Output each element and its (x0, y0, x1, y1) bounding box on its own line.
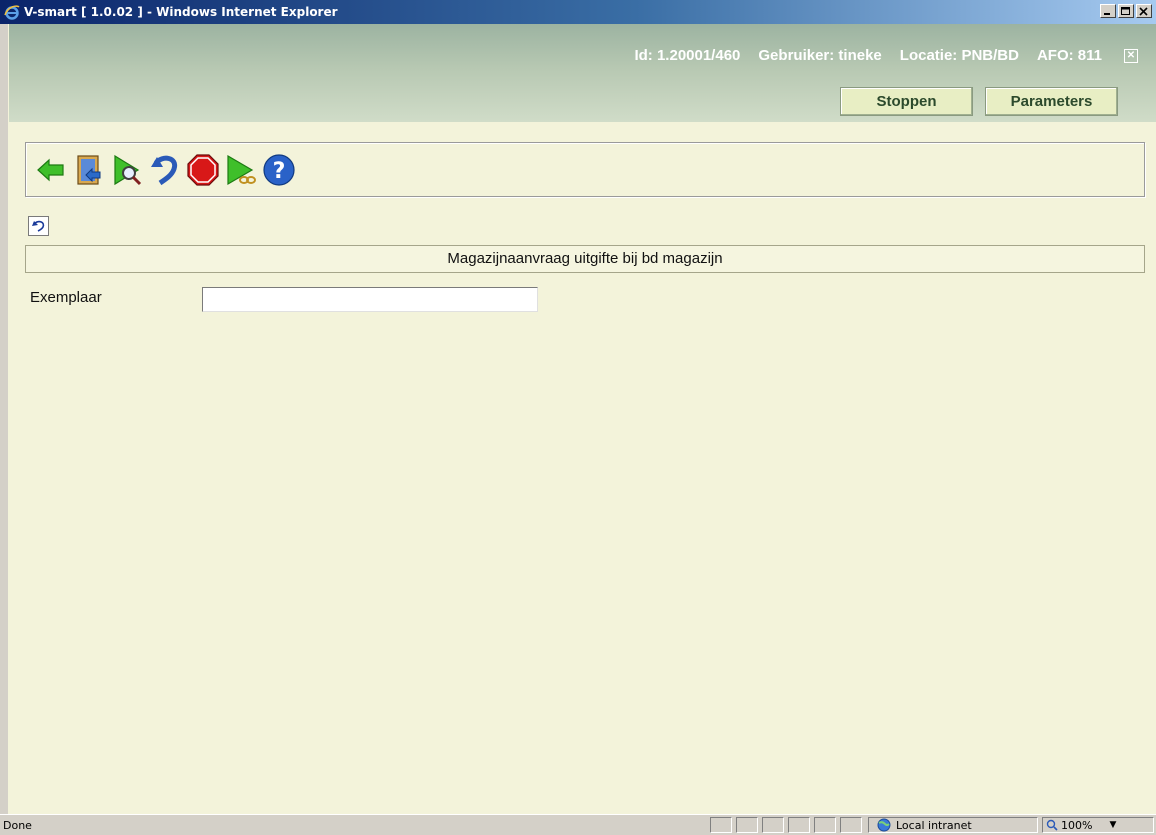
exemplaar-input[interactable] (202, 287, 538, 312)
status-text: Done (3, 819, 32, 832)
status-cell (814, 817, 836, 833)
revert-icon (32, 220, 45, 232)
toolbar: ? (25, 142, 1145, 197)
session-info: Id: 1.20001/460 Gebruiker: tineke Locati… (634, 47, 1138, 64)
maximize-button[interactable] (1118, 4, 1134, 18)
zoom-control[interactable]: 100% ▼ (1046, 817, 1116, 833)
help-icon[interactable]: ? (262, 153, 296, 187)
app-header: Id: 1.20001/460 Gebruiker: tineke Locati… (9, 24, 1156, 122)
search-icon[interactable] (110, 153, 144, 187)
page-content: Id: 1.20001/460 Gebruiker: tineke Locati… (8, 24, 1156, 814)
ie-icon (4, 5, 20, 20)
status-cell (788, 817, 810, 833)
session-afo: AFO: 811 (1036, 47, 1102, 64)
status-cell (710, 817, 732, 833)
undo-icon[interactable] (148, 153, 182, 187)
maximize-icon (1121, 7, 1130, 15)
stoppen-button[interactable]: Stoppen (840, 87, 973, 116)
chevron-down-icon[interactable]: ▼ (1109, 820, 1116, 830)
revert-button[interactable] (28, 216, 49, 236)
close-icon (1139, 7, 1148, 16)
zone-label: Local intranet (896, 818, 972, 832)
zoom-icon (1046, 819, 1058, 831)
window-title-bar: V-smart [ 1.0.02 ] - Windows Internet Ex… (0, 0, 1156, 24)
stop-icon[interactable] (186, 153, 220, 187)
parameters-button[interactable]: Parameters (985, 87, 1118, 116)
status-cell (840, 817, 862, 833)
session-id: Id: 1.20001/460 (634, 47, 741, 64)
back-arrow-icon[interactable] (34, 153, 68, 187)
close-window-button[interactable] (1136, 4, 1152, 18)
globe-icon (877, 818, 891, 832)
session-user: Gebruiker: tineke (758, 47, 882, 64)
exemplaar-label: Exemplaar (30, 289, 102, 306)
status-cell (736, 817, 758, 833)
session-location: Locatie: PNB/BD (899, 47, 1019, 64)
zoom-level: 100% (1061, 818, 1093, 832)
status-cell (762, 817, 784, 833)
window-title: V-smart [ 1.0.02 ] - Windows Internet Ex… (24, 5, 338, 19)
minimize-button[interactable] (1100, 4, 1116, 18)
next-link-icon[interactable] (224, 153, 258, 187)
close-session-icon[interactable]: ✕ (1124, 48, 1138, 63)
exit-door-icon[interactable] (72, 153, 106, 187)
minimize-icon (1104, 13, 1110, 15)
section-title: Magazijnaanvraag uitgifte bij bd magazij… (25, 245, 1145, 273)
svg-text:?: ? (273, 159, 286, 184)
status-bar: Done Local intranet 100% ▼ (0, 814, 1156, 835)
security-zone: Local intranet (876, 817, 972, 833)
